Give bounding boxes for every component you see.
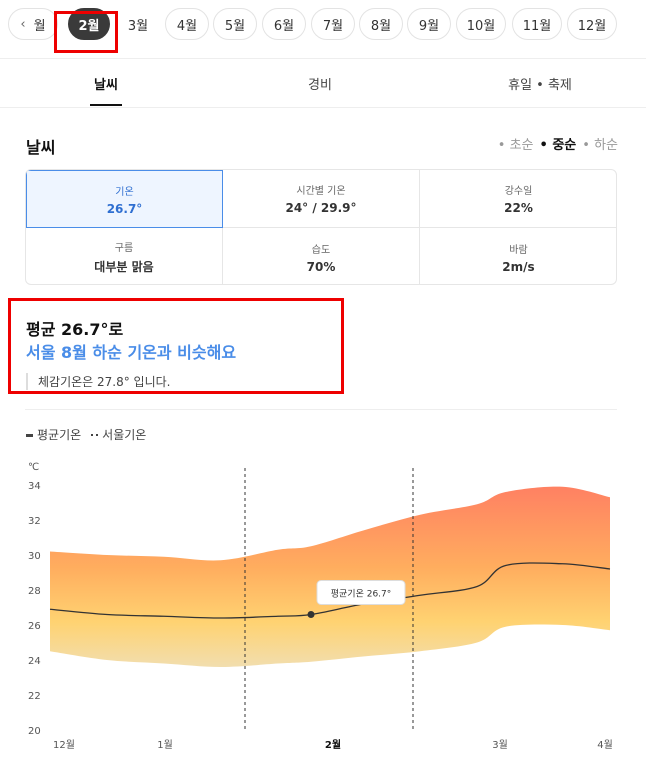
x-tick-label: 3월 [492, 739, 508, 751]
tab-weather[interactable]: 날씨 [70, 59, 142, 107]
month-pill-feb[interactable]: 2월 [68, 8, 110, 40]
x-tick-label: 12월 [53, 739, 75, 751]
month-pill-sep[interactable]: 9월 [407, 8, 451, 40]
stat-hourly-temperature[interactable]: 시간별 기온 24° / 29.9° [223, 170, 420, 228]
stat-wind[interactable]: 바람 2m/s [420, 228, 616, 284]
temperature-range-band [50, 486, 610, 667]
tooltip-box [316, 580, 406, 605]
tooltip-text: 평균기온 26.7° [331, 589, 392, 600]
stat-clouds[interactable]: 구름 대부분 맑음 [26, 228, 223, 284]
y-tick-label: 28 [28, 586, 41, 597]
y-axis-unit: ℃ [28, 462, 39, 473]
month-pill-jul[interactable]: 7월 [311, 8, 355, 40]
tab-bar: 날씨 경비 휴일 • 축제 [0, 58, 646, 108]
x-tick-label: 2월 [325, 739, 341, 751]
month-pill-apr[interactable]: 4월 [165, 8, 209, 40]
stat-temperature[interactable]: 기온 26.7° [26, 170, 223, 228]
summary-average: 평균 26.7°로 [26, 320, 124, 339]
y-tick-label: 34 [28, 481, 41, 492]
active-tab-underline [90, 104, 122, 106]
season-selector: • 초순 • 중순 • 하순 [498, 134, 618, 153]
month-pill-mar[interactable]: 3월 [118, 8, 158, 40]
month-pill-may[interactable]: 5월 [213, 8, 257, 40]
stat-precipitation[interactable]: 강수일 22% [420, 170, 616, 228]
average-temperature-line [49, 562, 611, 619]
chart-legend: 평균기온 서울기온 [26, 426, 146, 443]
x-tick-label: 1월 [157, 739, 173, 751]
legend-seoul: 서울기온 [91, 426, 146, 443]
stat-humidity[interactable]: 습도 70% [223, 228, 420, 284]
weather-section-title: 날씨 [26, 138, 56, 157]
season-late[interactable]: • 하순 [582, 134, 618, 153]
month-pill-oct[interactable]: 10월 [456, 8, 506, 40]
average-point-marker [307, 611, 315, 618]
month-pill-aug[interactable]: 8월 [359, 8, 403, 40]
month-pill-dec[interactable]: 12월 [567, 8, 617, 40]
season-mid[interactable]: • 중순 [540, 134, 577, 153]
x-tick-label: 4월 [597, 739, 613, 751]
summary-comparison: 서울 8월 하순 기온과 비슷해요 [26, 343, 237, 362]
month-pill-jun[interactable]: 6월 [262, 8, 306, 40]
y-tick-label: 24 [28, 656, 41, 667]
y-tick-label: 22 [28, 691, 41, 702]
y-tick-label: 32 [28, 516, 41, 527]
tab-holidays-festivals[interactable]: 휴일 • 축제 [485, 59, 595, 107]
month-selector: ‹ 월 2월 3월 4월 5월 6월 7월 8월 9월 10월 11월 12월 [0, 0, 646, 48]
y-tick-label: 26 [28, 621, 41, 632]
tab-expenses[interactable]: 경비 [284, 59, 356, 107]
month-pill-nov[interactable]: 11월 [512, 8, 562, 40]
month-prev-button[interactable]: ‹ 월 [8, 8, 58, 40]
summary-feels-like: 체감기온은 27.8° 입니다. [26, 373, 170, 390]
y-tick-label: 30 [28, 551, 41, 562]
legend-average: 평균기온 [26, 426, 81, 443]
chevron-left-icon: ‹ [20, 16, 26, 32]
season-early[interactable]: • 초순 [498, 134, 534, 153]
y-tick-label: 20 [28, 726, 41, 737]
divider [25, 409, 617, 410]
weather-stats-grid: 기온 26.7° 시간별 기온 24° / 29.9° 강수일 22% 구름 대… [25, 169, 617, 285]
